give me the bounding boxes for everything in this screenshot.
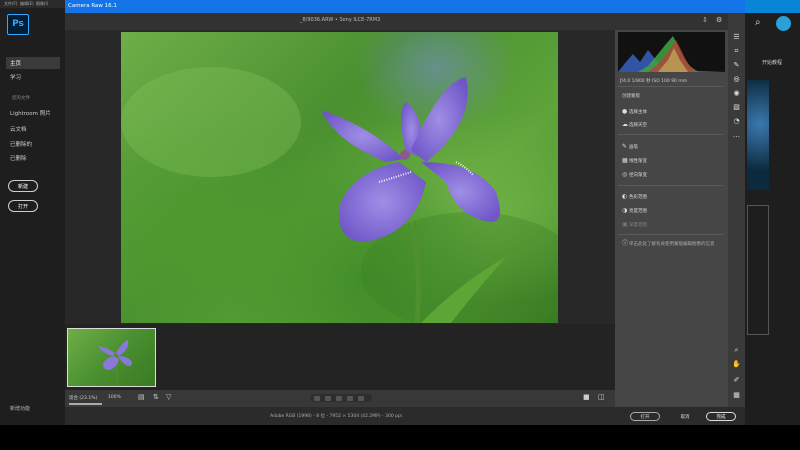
heal-icon[interactable]: ✎ [731, 61, 742, 69]
files-section-label: 您的文件 [12, 96, 30, 101]
linear-gradient-tool[interactable]: ▦线性渐变 [622, 157, 647, 164]
luminance-range-label: 亮度范围 [629, 209, 647, 214]
rating-stars[interactable] [310, 394, 372, 402]
masking-help-note[interactable]: ⓘ单击此处了解有关使用蒙版编辑图像的信息 [622, 241, 720, 248]
menu-edit[interactable]: 编辑(E) [20, 1, 34, 7]
eyedropper-icon[interactable]: ✐ [731, 376, 742, 384]
select-subject-label: 选择主体 [629, 110, 647, 115]
info-icon: ⓘ [622, 240, 629, 247]
new-features-link[interactable]: 新增功能 [10, 405, 30, 412]
tutorial-heading: 开始教程 [762, 60, 783, 66]
nav-shared[interactable]: 已删除的 [10, 140, 32, 148]
radial-gradient-tool[interactable]: ◎ 径向渐变 [622, 171, 647, 178]
luminance-range-tool[interactable]: ◑ 亮度范围 [622, 207, 647, 214]
histogram-graph [618, 36, 725, 72]
select-sky[interactable]: ☁选择天空 [622, 121, 647, 128]
tutorial-card[interactable] [747, 80, 769, 190]
window-title-bar [65, 0, 745, 13]
nav-learn[interactable]: 学习 [10, 73, 21, 81]
divider [618, 86, 723, 87]
masking-help-text: 单击此处了解有关使用蒙版编辑图像的信息 [629, 242, 715, 247]
more-icon[interactable]: … [731, 131, 742, 139]
linear-gradient-label: 线性渐变 [629, 159, 647, 164]
nav-lightroom[interactable]: Lightroom 照片 [10, 109, 51, 117]
select-sky-label: 选择天空 [629, 123, 647, 128]
open-button[interactable]: 打开 [8, 200, 38, 212]
nav-deleted[interactable]: 已删除 [10, 154, 27, 162]
sky-icon: ☁ [622, 121, 628, 128]
brush-tool[interactable]: ✎ 画笔 [622, 143, 638, 150]
cancel-button[interactable]: 取消 [672, 412, 698, 421]
depth-range-icon: ▣ [622, 221, 628, 228]
progress-bar [69, 403, 102, 405]
luminance-range-icon: ◑ [622, 207, 628, 214]
filmstrip-icon[interactable]: ▤ [138, 393, 145, 401]
filmstrip-thumbnail[interactable] [67, 328, 156, 387]
grid-icon[interactable]: ▦ [731, 391, 742, 399]
histogram [618, 32, 725, 72]
divider [618, 134, 723, 135]
sort-icon[interactable]: ⇅ [153, 393, 159, 401]
linear-gradient-icon: ▦ [622, 157, 628, 164]
gear-icon[interactable]: ⚙ [716, 16, 722, 24]
thumbnail-image [98, 340, 132, 386]
zoom-fit[interactable]: 适合 (23.1%) [69, 395, 97, 401]
star-icon[interactable] [314, 395, 320, 401]
star-icon[interactable] [336, 395, 342, 401]
workflow-options-link[interactable]: Adobe RGB (1998) - 8 位 - 7952 × 5304 (42… [270, 413, 402, 419]
zoom-icon[interactable]: ⌕ [731, 346, 742, 355]
person-icon: ● [622, 108, 628, 115]
open-object-button[interactable]: 打开 [630, 412, 660, 421]
ps-title-strip [745, 0, 800, 13]
done-button[interactable]: 完成 [706, 412, 736, 421]
red-eye-icon[interactable]: ◉ [731, 89, 742, 97]
nav-home[interactable]: 主页 [6, 57, 60, 69]
nav-cloud-docs[interactable]: 云文档 [10, 125, 27, 133]
brush-label: 画笔 [629, 145, 638, 150]
divider [618, 185, 723, 186]
photo-preview[interactable] [121, 32, 558, 323]
camera-info: ƒ/4.0 1/800 秒 ISO 100 90 mm [620, 79, 688, 84]
color-range-label: 色彩范围 [629, 195, 647, 200]
presets-icon[interactable]: ◔ [731, 117, 742, 125]
iris-flower-image [121, 67, 558, 323]
color-range-tool[interactable]: ◐ 色彩范围 [622, 193, 647, 200]
menu-image[interactable]: 图像(I) [36, 1, 48, 7]
compare-view-icon[interactable]: ◫ [598, 393, 605, 401]
filter-icon[interactable]: ▽ [166, 393, 171, 401]
divider [618, 234, 723, 235]
photoshop-logo: Ps [7, 14, 29, 35]
star-icon[interactable] [347, 395, 353, 401]
tutorial-card-outline[interactable] [747, 205, 769, 335]
star-icon[interactable] [358, 395, 364, 401]
radial-gradient-label: 径向渐变 [629, 173, 647, 178]
panel-heading: 创建蒙版 [622, 94, 640, 99]
edit-icon[interactable]: ☰ [731, 33, 742, 41]
brush-icon: ✎ [622, 143, 628, 150]
search-icon[interactable]: ⌕ [755, 17, 761, 28]
radial-gradient-icon: ◎ [622, 171, 628, 178]
snapshots-icon[interactable]: ▧ [731, 103, 742, 111]
crop-icon[interactable]: ⌗ [731, 47, 742, 56]
depth-range-tool[interactable]: ▣深度范围 [622, 221, 647, 228]
avatar[interactable] [776, 16, 791, 31]
star-icon[interactable] [325, 395, 331, 401]
depth-range-label: 深度范围 [629, 223, 647, 228]
zoom-level[interactable]: 100% [108, 395, 121, 400]
file-info: _8/9036.ARW • Sony ILCE-7RM3 [300, 17, 381, 23]
new-button[interactable]: 新建 [8, 180, 38, 192]
menu-file[interactable]: 文件(F) [4, 1, 17, 7]
color-range-icon: ◐ [622, 193, 628, 200]
masking-icon[interactable]: ◎ [731, 75, 742, 83]
single-view-icon[interactable]: ■ [583, 393, 590, 401]
top-toolbar [65, 13, 745, 30]
window-title: Camera Raw 16.1 [68, 3, 117, 9]
select-subject[interactable]: ● 选择主体 [622, 108, 647, 115]
hand-icon[interactable]: ✋ [731, 360, 742, 368]
save-icon[interactable]: ⇩ [702, 16, 708, 24]
